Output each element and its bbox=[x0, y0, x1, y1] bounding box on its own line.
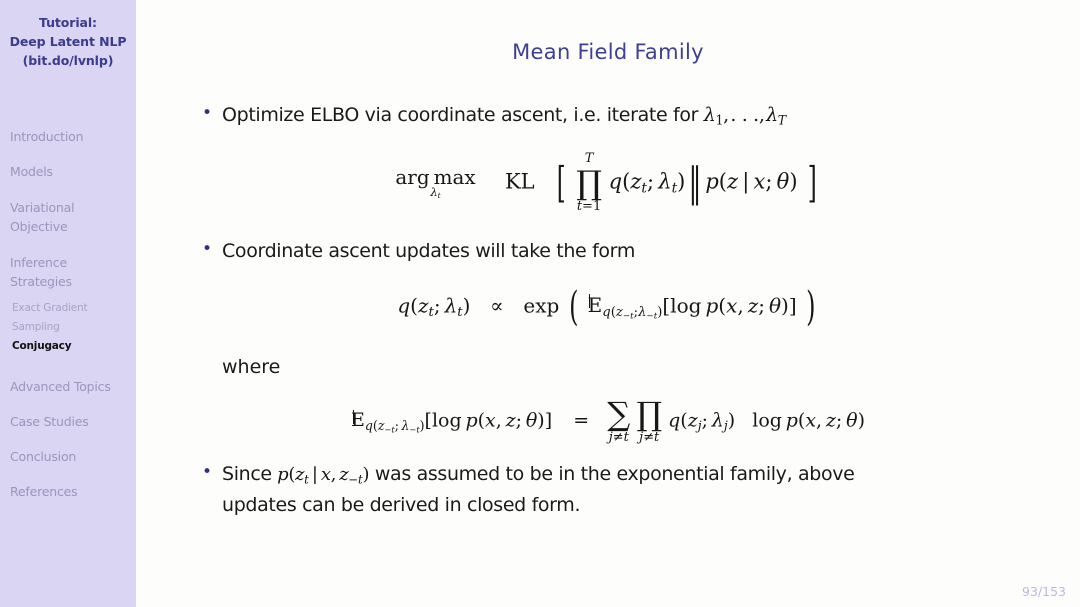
sidebar-navigation: Tutorial: Deep Latent NLP (bit.do/lvnlp)… bbox=[0, 0, 136, 607]
bullet-exponential-family: Since p(zt | x, z−t) was assumed to be i… bbox=[136, 457, 1080, 520]
inline-math-conditional: p(zt | x, z−t) bbox=[277, 463, 370, 487]
sidebar-item-conjugacy[interactable]: Conjugacy bbox=[0, 339, 136, 354]
slide-content: Optimize ELBO via coordinate ascent, i.e… bbox=[136, 98, 1080, 520]
q-term-product: q bbox=[608, 169, 623, 194]
slide-title: Mean Field Family bbox=[512, 40, 704, 64]
equation-expectation-expansion: Eq(z−t; λ−t)[log p(x, z; θ)] = ∑ j≠t ∏ j… bbox=[351, 394, 865, 446]
expectation-symbol-2: E bbox=[351, 409, 365, 432]
sidebar-item-conclusion[interactable]: Conclusion bbox=[0, 448, 136, 466]
bullet-optimize-elbo: Optimize ELBO via coordinate ascent, i.e… bbox=[136, 98, 1080, 130]
proportional-symbol: ∝ bbox=[490, 293, 504, 318]
equation-coordinate-update: q(zt; λt) ∝ exp ( Eq(z−t;λ−t)[log p(x, z… bbox=[397, 283, 816, 330]
sidebar-item-inference-strategies[interactable]: Inference Strategies bbox=[0, 253, 110, 291]
sum-operator: ∑ j≠t bbox=[607, 394, 631, 446]
right-bracket: ] bbox=[807, 158, 817, 208]
bullet-exponential-family-suffix: was assumed to be in the exponential fam… bbox=[374, 462, 855, 485]
where-label: where bbox=[222, 355, 281, 378]
sidebar-item-variational-objective[interactable]: Variational Objective bbox=[0, 198, 120, 236]
kl-symbol: KL bbox=[504, 169, 535, 194]
sidebar-title-line-2: Deep Latent NLP bbox=[9, 34, 127, 49]
sidebar-title-line-1: Tutorial: bbox=[39, 15, 97, 30]
sidebar-title-line-3: (bit.do/lvnlp) bbox=[22, 53, 114, 68]
left-bracket: [ bbox=[556, 158, 566, 208]
page-number: 93/153 bbox=[1022, 584, 1066, 599]
product-operator-2: ∏ j≠t bbox=[636, 394, 663, 446]
equals-symbol: = bbox=[573, 409, 590, 432]
expectation-symbol: E bbox=[587, 293, 603, 318]
sidebar-item-case-studies[interactable]: Case Studies bbox=[0, 413, 136, 431]
product-operator: T ∏ t=1 bbox=[576, 151, 602, 215]
sidebar-item-advanced-topics[interactable]: Advanced Topics bbox=[0, 378, 136, 396]
sidebar-item-exact-gradient[interactable]: Exact Gradient bbox=[0, 301, 136, 316]
sidebar-item-sampling[interactable]: Sampling bbox=[0, 320, 136, 335]
bullet-exponential-family-line2: updates can be derived in closed form. bbox=[222, 493, 581, 516]
argmax-operator: arg max λt bbox=[395, 164, 476, 200]
left-paren-big: ( bbox=[568, 283, 579, 330]
inline-math-lambda-list: λ1, . . ., λT bbox=[703, 104, 786, 128]
sidebar-tutorial-title: Tutorial: Deep Latent NLP (bit.do/lvnlp) bbox=[0, 0, 136, 70]
sidebar-outline: Introduction Models Variational Objectiv… bbox=[0, 128, 136, 518]
equation-argmax-kl: arg max λt KL [ T ∏ t=1 q(zt; λt)‖ p(z | … bbox=[395, 151, 817, 215]
slide-body: Mean Field Family Optimize ELBO via coor… bbox=[136, 0, 1080, 607]
kl-divider: ‖ bbox=[688, 159, 702, 206]
sidebar-item-introduction[interactable]: Introduction bbox=[0, 128, 136, 146]
bullet-exponential-family-prefix: Since bbox=[222, 462, 272, 485]
exp-symbol: exp bbox=[523, 293, 560, 318]
bullet-optimize-elbo-text: Optimize ELBO via coordinate ascent, i.e… bbox=[222, 104, 699, 126]
right-paren-big: ) bbox=[806, 283, 816, 330]
sidebar-item-models[interactable]: Models bbox=[0, 163, 136, 181]
bullet-coordinate-ascent: Coordinate ascent updates will take the … bbox=[136, 234, 1080, 266]
sidebar-item-references[interactable]: References bbox=[0, 483, 136, 501]
presentation-slide: Tutorial: Deep Latent NLP (bit.do/lvnlp)… bbox=[0, 0, 1080, 607]
